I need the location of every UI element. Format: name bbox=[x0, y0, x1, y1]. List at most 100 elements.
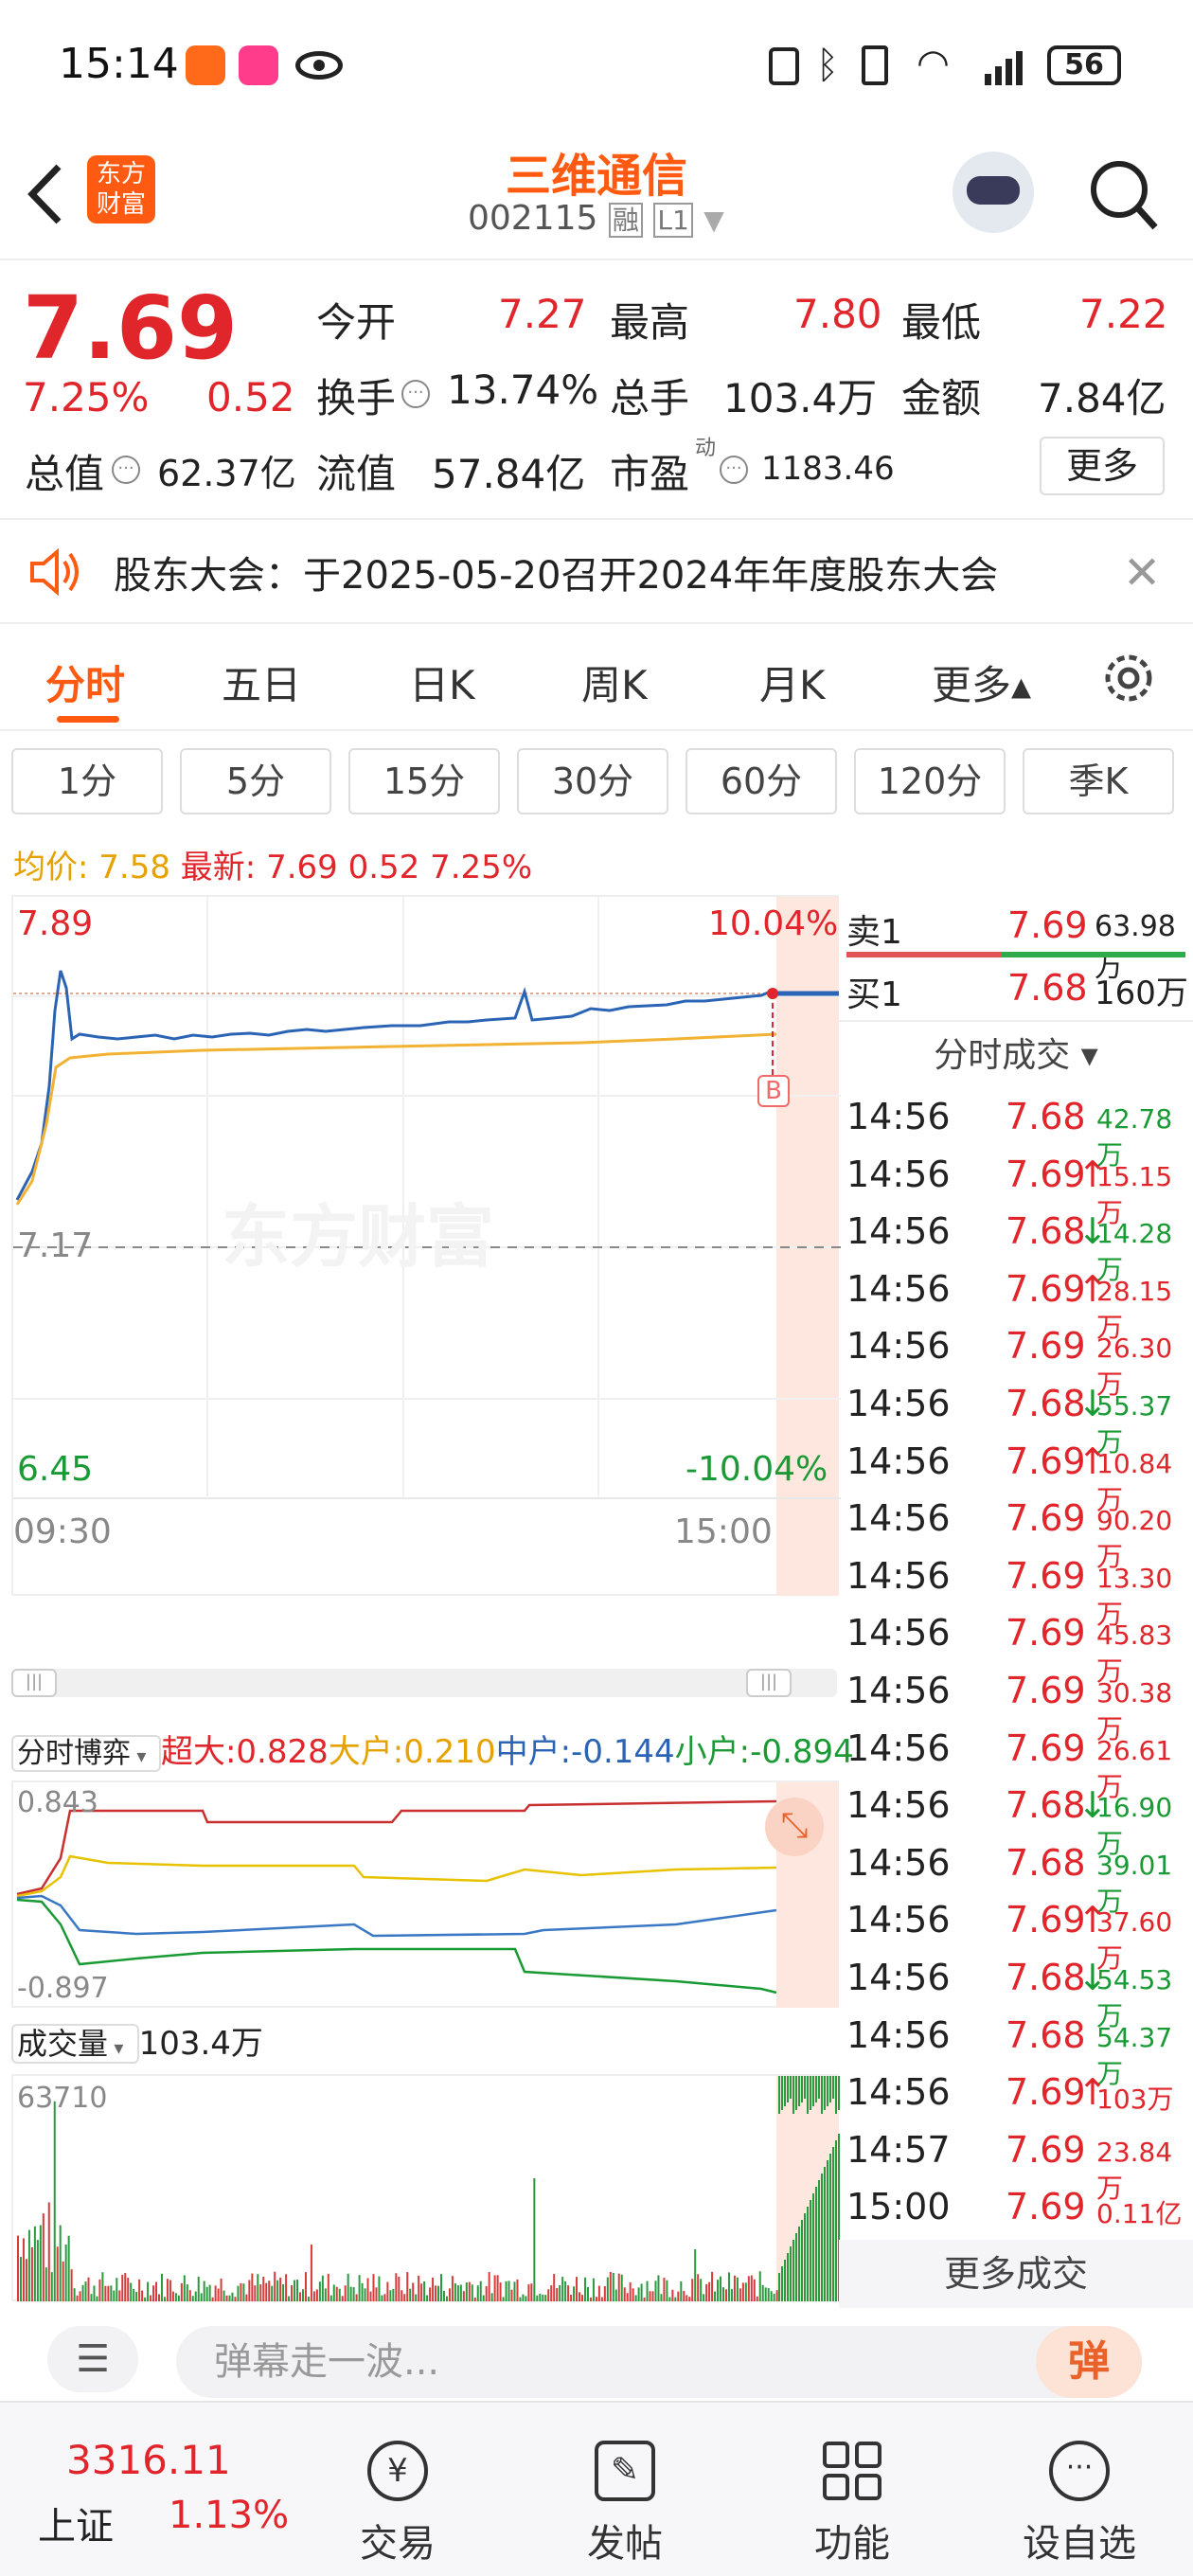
last-pct: 7.25% bbox=[430, 849, 533, 886]
price-line bbox=[15, 970, 777, 1201]
volume-bar bbox=[45, 2267, 47, 2301]
period-5min[interactable]: 5分 bbox=[180, 748, 331, 814]
volume-bar bbox=[352, 2287, 355, 2301]
volume-bar bbox=[56, 2246, 59, 2301]
volume-bar bbox=[355, 2294, 358, 2301]
volume-bar bbox=[671, 2289, 674, 2301]
tab-weekly-k[interactable]: 周K bbox=[581, 653, 648, 711]
volume-bar bbox=[437, 2285, 440, 2301]
tab-monthly-k[interactable]: 月K bbox=[759, 653, 826, 711]
volume-bar bbox=[36, 2240, 39, 2301]
info-icon[interactable]: ··· bbox=[112, 456, 140, 484]
volume-bar bbox=[301, 2289, 304, 2301]
intraday-chart[interactable]: B 东方财富 7.89 10.04% 7.17 6.45 -10.04% 09:… bbox=[11, 895, 841, 1596]
volume-bar bbox=[570, 2295, 573, 2301]
volume-bar bbox=[493, 2275, 496, 2301]
volume-chart[interactable]: 63710 bbox=[11, 2074, 840, 2301]
tab-more[interactable]: 更多▴ bbox=[932, 653, 1031, 711]
volume-bar bbox=[257, 2274, 259, 2301]
amount-value: 7.84亿 bbox=[1038, 375, 1166, 421]
change-percent: 7.25% bbox=[23, 374, 150, 420]
volume-max-label: 63710 bbox=[17, 2082, 108, 2115]
period-season-k[interactable]: 季K bbox=[1023, 748, 1174, 814]
more-trades-button[interactable]: 更多成交 bbox=[839, 2239, 1193, 2308]
period-60min[interactable]: 60分 bbox=[686, 748, 837, 814]
volume-bar bbox=[274, 2271, 276, 2301]
chart-tabs: 分时 五日 日K 周K 月K 更多▴ bbox=[0, 625, 1193, 731]
nav-functions[interactable]: 功能 bbox=[805, 2441, 899, 2567]
chart-range-slider[interactable]: ||| ||| bbox=[11, 1669, 837, 1697]
volume-bar bbox=[22, 2238, 25, 2301]
trade-price: 7.69 bbox=[1006, 2071, 1086, 2114]
flow-min-label: -0.897 bbox=[17, 1972, 109, 2005]
trades-header[interactable]: 分时成交 ▾ bbox=[839, 1020, 1193, 1088]
robot-assistant-icon[interactable] bbox=[953, 152, 1034, 233]
tab-intraday[interactable]: 分时 bbox=[45, 653, 125, 711]
notes-icon[interactable]: ☰ bbox=[47, 2326, 138, 2392]
mid-value: -0.144 bbox=[571, 1733, 675, 1771]
volume-bar bbox=[174, 2293, 177, 2301]
period-120min[interactable]: 120分 bbox=[854, 748, 1006, 814]
mcap-label: 总值 bbox=[25, 451, 105, 497]
volume-bar bbox=[217, 2288, 220, 2301]
volume-bar bbox=[612, 2272, 614, 2301]
turnover-label: 换手 bbox=[316, 375, 397, 421]
slider-handle-left[interactable]: ||| bbox=[11, 1669, 57, 1697]
period-15min[interactable]: 15分 bbox=[348, 748, 500, 814]
price-min-label: 6.45 bbox=[17, 1450, 94, 1489]
volume-bar bbox=[389, 2290, 392, 2301]
vibrate-icon bbox=[862, 45, 888, 85]
period-30min[interactable]: 30分 bbox=[517, 748, 668, 814]
search-icon[interactable] bbox=[1087, 157, 1159, 233]
volume-bar bbox=[640, 2283, 643, 2301]
volume-bar bbox=[832, 2147, 834, 2301]
trade-price: 7.68 bbox=[1006, 1096, 1086, 1137]
index-ticker[interactable]: 3316.11 上证 1.13% bbox=[38, 2427, 289, 2550]
avg-price-line bbox=[15, 1032, 777, 1206]
period-1min[interactable]: 1分 bbox=[11, 748, 163, 814]
flow-selector[interactable]: 分时博弈 ▾ bbox=[11, 1735, 161, 1772]
volume-bar bbox=[603, 2285, 606, 2301]
more-button[interactable]: 更多 bbox=[1040, 437, 1165, 495]
close-icon[interactable]: ✕ bbox=[1123, 546, 1161, 599]
info-icon[interactable]: ··· bbox=[720, 456, 748, 484]
slider-handle-right[interactable]: ||| bbox=[746, 1669, 792, 1697]
volume-selector[interactable]: 成交量 ▾ bbox=[11, 2024, 139, 2064]
nav-trade[interactable]: ¥ 交易 bbox=[350, 2441, 445, 2567]
volume-bar bbox=[505, 2281, 507, 2301]
volume-bar bbox=[282, 2283, 285, 2301]
volume-bar bbox=[240, 2282, 242, 2301]
expand-icon[interactable]: ⤡ bbox=[765, 1798, 824, 1856]
volume-bar bbox=[462, 2291, 465, 2301]
tab-five-day[interactable]: 五日 bbox=[222, 653, 301, 711]
announcement-bar[interactable]: 股东大会：于2025-05-20召开2024年年度股东大会 ✕ bbox=[0, 518, 1193, 624]
volume-bar bbox=[663, 2278, 666, 2301]
trade-time: 14:56 bbox=[846, 1382, 951, 1424]
nav-watchlist-settings[interactable]: ··· 设自选 bbox=[1013, 2441, 1146, 2567]
flow-super-line bbox=[16, 1799, 777, 1896]
chevron-down-icon[interactable]: ▼ bbox=[703, 205, 724, 236]
buy-marker[interactable]: B bbox=[757, 1075, 790, 1107]
volume-bar bbox=[595, 2297, 597, 2301]
volume-bar bbox=[801, 2076, 803, 2102]
tab-daily-k[interactable]: 日K bbox=[409, 653, 475, 711]
mcap-value: 62.37亿 bbox=[157, 453, 296, 494]
danmu-input[interactable]: 弹幕走一波... bbox=[176, 2326, 1142, 2398]
volume-bar bbox=[166, 2279, 169, 2301]
trade-list: 14:56 7.68 42.78万 14:56 7.69 ↑ 15.15万 14:56 7.68… bbox=[839, 1088, 1193, 2236]
volume-bar bbox=[827, 2160, 828, 2301]
volume-bar bbox=[688, 2297, 691, 2301]
volume-bar bbox=[767, 2287, 770, 2301]
settings-gear-icon[interactable] bbox=[1100, 650, 1157, 707]
flow-chart[interactable]: 0.843 -0.897 ⤡ bbox=[11, 1780, 839, 2008]
volume-bar bbox=[697, 2274, 700, 2301]
nfc-icon bbox=[769, 47, 799, 85]
volume-bar bbox=[792, 2240, 794, 2301]
trade-time: 14:56 bbox=[846, 1497, 951, 1540]
nav-post[interactable]: ✎ 发帖 bbox=[578, 2441, 672, 2567]
danmu-toggle-button[interactable]: 弹 bbox=[1036, 2326, 1142, 2398]
trade-row: 14:56 7.68 42.78万 bbox=[839, 1088, 1193, 1171]
info-icon[interactable]: ··· bbox=[401, 380, 430, 408]
volume-bar bbox=[559, 2284, 561, 2301]
volume-bar bbox=[401, 2290, 403, 2301]
